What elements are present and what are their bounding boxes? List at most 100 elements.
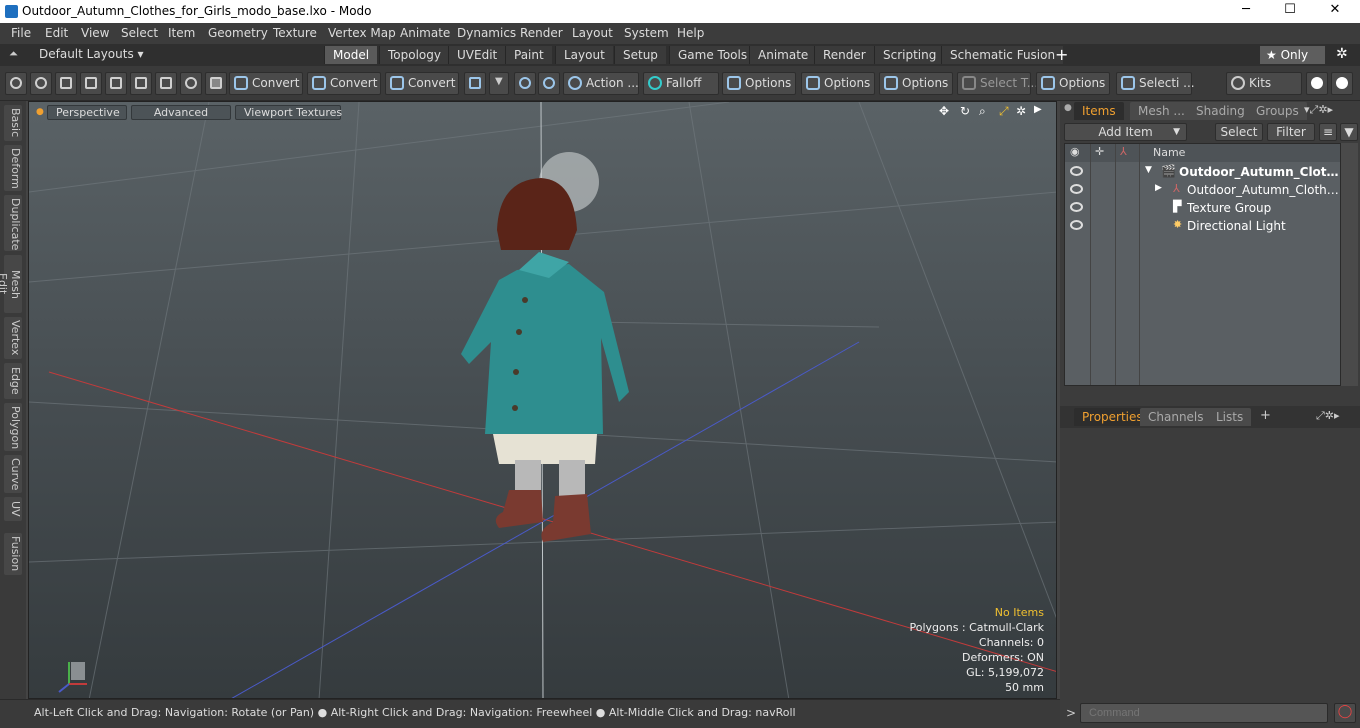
tab-animate[interactable]: Animate xyxy=(749,46,817,64)
menu-layout[interactable]: Layout xyxy=(572,26,613,40)
add-tab-button[interactable]: + xyxy=(1260,408,1271,423)
viewport-menu-dot-icon[interactable]: ● xyxy=(36,107,44,117)
tab-scripting[interactable]: Scripting xyxy=(874,46,945,64)
tab-items[interactable]: Items xyxy=(1074,102,1124,120)
pen-tool-icon[interactable] xyxy=(55,72,77,95)
girl-clothes-model[interactable] xyxy=(461,152,629,542)
shield-icon-1[interactable] xyxy=(514,72,536,95)
menu-texture[interactable]: Texture xyxy=(273,26,317,40)
select-button[interactable]: Select xyxy=(1215,123,1263,141)
vtab-edge[interactable]: Edge xyxy=(4,363,22,399)
type-column-icon[interactable]: ⅄ xyxy=(1120,145,1127,158)
shield-icon-2[interactable] xyxy=(538,72,560,95)
lock-column-icon[interactable]: ✛ xyxy=(1095,145,1104,158)
vtab-basic[interactable]: Basic xyxy=(4,105,22,141)
filter-button[interactable]: Filter xyxy=(1267,123,1315,141)
eye-icon[interactable] xyxy=(1070,220,1083,230)
eye-icon[interactable] xyxy=(1070,202,1083,212)
symmetry-icon[interactable] xyxy=(464,72,486,95)
vtab-fusion[interactable]: Fusion xyxy=(4,533,22,575)
tab-model[interactable]: Model xyxy=(324,46,378,64)
expand-arrow-icon[interactable]: ▶ xyxy=(1155,183,1162,193)
menu-file[interactable]: File xyxy=(11,26,31,40)
selection-sets-button[interactable]: Selecti ... xyxy=(1116,72,1195,95)
select-through-button[interactable]: Select T... xyxy=(957,72,1038,95)
tab-channels[interactable]: Channels xyxy=(1140,408,1212,426)
unreal-icon[interactable] xyxy=(1331,72,1353,95)
items-mode-icon[interactable] xyxy=(155,72,177,95)
tab-setup[interactable]: Setup xyxy=(614,46,666,64)
vtab-polygon[interactable]: Polygon xyxy=(4,403,22,451)
tab-game-tools[interactable]: Game Tools xyxy=(669,46,756,64)
options-button-4[interactable]: Options xyxy=(1036,72,1110,95)
eye-icon[interactable] xyxy=(1070,184,1083,194)
tab-render[interactable]: Render xyxy=(814,46,874,64)
viewport-textures-button[interactable]: Viewport Textures xyxy=(235,105,342,120)
action-center-button[interactable]: Action ... xyxy=(563,72,639,95)
cube-mode-icon[interactable] xyxy=(205,72,227,95)
menu-render[interactable]: Render xyxy=(520,26,563,40)
vtab-curve[interactable]: Curve xyxy=(4,455,22,493)
perspective-button[interactable]: Perspective xyxy=(47,105,127,120)
vtab-mesh-edit[interactable]: Mesh Edit xyxy=(0,255,22,313)
tab-topology[interactable]: Topology xyxy=(379,46,449,64)
tab-schematic-fusion[interactable]: Schematic Fusion xyxy=(941,46,1064,64)
item-row-directional-light[interactable]: ✸ Directional Light xyxy=(1065,217,1340,235)
tab-layout[interactable]: Layout xyxy=(555,46,613,64)
tab-paint[interactable]: Paint xyxy=(505,46,552,64)
menu-edit[interactable]: Edit xyxy=(45,26,68,40)
menu-item[interactable]: Item xyxy=(168,26,195,40)
vtab-uv[interactable]: UV xyxy=(4,497,22,521)
layout-gear-icon[interactable]: ✲ xyxy=(1336,46,1348,62)
add-tab-button[interactable]: + xyxy=(1055,45,1068,64)
polygons-mode-icon[interactable] xyxy=(130,72,152,95)
pan-icon[interactable]: ✥ xyxy=(939,104,949,118)
convert-button-3[interactable]: Convert xyxy=(385,72,459,95)
convert-button-2[interactable]: Convert xyxy=(307,72,381,95)
brush-tool-icon[interactable] xyxy=(80,72,102,95)
fit-icon[interactable]: ⤢ xyxy=(999,104,1009,119)
menu-system[interactable]: System xyxy=(624,26,669,40)
viewport-gear-icon[interactable]: ✲ xyxy=(1016,104,1026,118)
tab-shading[interactable]: Shading xyxy=(1188,102,1253,120)
vtab-deform[interactable]: Deform xyxy=(4,145,22,191)
materials-mode-icon[interactable] xyxy=(180,72,202,95)
command-history-icon[interactable]: ◯ xyxy=(1334,703,1356,723)
panel-controls-icon[interactable]: ⤢✲▸ xyxy=(1316,409,1340,423)
eye-icon[interactable] xyxy=(1070,166,1083,176)
menu-geometry[interactable]: Geometry xyxy=(208,26,268,40)
tab-lists[interactable]: Lists xyxy=(1208,408,1252,426)
expand-arrow-icon[interactable]: ▼ xyxy=(1145,165,1152,175)
menu-view[interactable]: View xyxy=(81,26,109,40)
command-input[interactable] xyxy=(1080,703,1328,723)
funnel-filter-icon[interactable]: ▼ xyxy=(1340,123,1358,141)
options-button-3[interactable]: Options xyxy=(879,72,953,95)
tab-uvedit[interactable]: UVEdit xyxy=(448,46,506,64)
vertices-mode-icon[interactable] xyxy=(5,72,27,95)
menu-help[interactable]: Help xyxy=(677,26,704,40)
close-button[interactable]: ✕ xyxy=(1320,2,1350,21)
options-button-2[interactable]: Options xyxy=(801,72,875,95)
zoom-icon[interactable]: ⌕ xyxy=(979,104,986,119)
falloff-button[interactable]: Falloff xyxy=(643,72,719,95)
list-options-icon[interactable]: ≡ xyxy=(1319,123,1337,141)
menu-vertex-map[interactable]: Vertex Map xyxy=(328,26,396,40)
unity-icon[interactable] xyxy=(1306,72,1328,95)
advanced-button[interactable]: Advanced xyxy=(131,105,231,120)
item-row-texture-group[interactable]: ▛ Texture Group xyxy=(1065,199,1340,217)
maximize-button[interactable]: ☐ xyxy=(1275,2,1305,21)
visibility-column-eye-icon[interactable]: ◉ xyxy=(1070,145,1080,158)
minimize-button[interactable]: ─ xyxy=(1231,2,1261,21)
item-row-mesh[interactable]: ▶ ⅄ Outdoor_Autumn_Clothes_f... xyxy=(1065,181,1340,199)
item-row-scene[interactable]: ▼ 🎬 Outdoor_Autumn_Clothes ... xyxy=(1065,163,1340,181)
edges-mode-icon[interactable] xyxy=(105,72,127,95)
menu-select[interactable]: Select xyxy=(121,26,158,40)
options-button-1[interactable]: Options xyxy=(722,72,796,95)
panel-menu-dot-icon[interactable]: ● xyxy=(1064,103,1072,113)
menu-animate[interactable]: Animate xyxy=(400,26,450,40)
default-layouts-dropdown[interactable]: Default Layouts ▾ xyxy=(39,47,144,61)
name-column-header[interactable]: Name xyxy=(1153,146,1185,159)
item-list-scrollbar[interactable] xyxy=(1341,143,1358,386)
convert-button-1[interactable]: Convert xyxy=(229,72,303,95)
3d-viewport[interactable]: ● Perspective Advanced Viewport Textures… xyxy=(28,101,1057,699)
